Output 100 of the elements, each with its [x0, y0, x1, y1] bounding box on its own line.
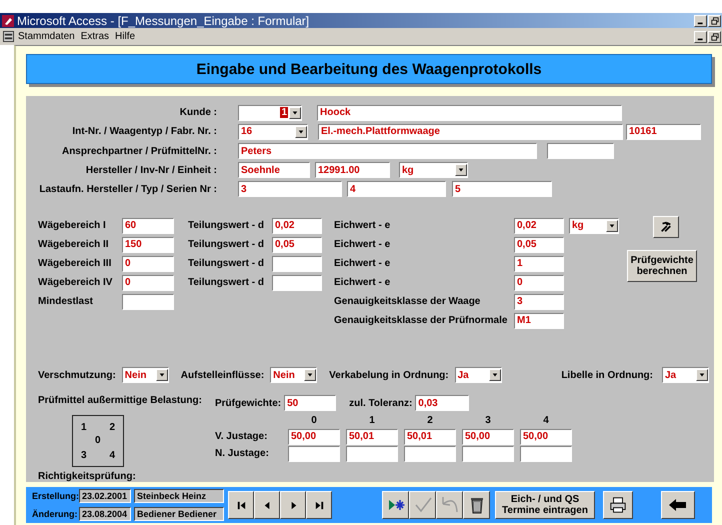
- text-field[interactable]: El.-mech.Plattformwaage: [318, 124, 623, 140]
- text-field[interactable]: 12991.00: [315, 162, 390, 178]
- field-label: Eichwert - e: [334, 258, 392, 270]
- text-field[interactable]: 5: [452, 181, 552, 198]
- undo-icon: [440, 495, 460, 515]
- restore-button[interactable]: [708, 30, 721, 42]
- text-field[interactable]: 3: [514, 294, 564, 310]
- text-field[interactable]: Soehnle: [238, 162, 310, 178]
- row-label: V. Justage:: [215, 431, 268, 442]
- field-label: Genauigkeitsklasse der Prüfnormale: [334, 315, 508, 326]
- text-field[interactable]: 0: [514, 274, 564, 291]
- text-field[interactable]: [272, 274, 322, 291]
- text-field[interactable]: 0,05: [514, 236, 564, 253]
- user-field: Steinbeck Heinz: [134, 489, 224, 503]
- column-header: 3: [484, 414, 492, 426]
- text-field[interactable]: [547, 143, 614, 159]
- text-field[interactable]: Hoock: [317, 104, 622, 121]
- text-field[interactable]: 60: [122, 218, 174, 234]
- field-label: Teilungswert - d: [188, 277, 265, 288]
- calculate-weights-button[interactable]: Prüfgewichte berechnen: [627, 250, 697, 282]
- field-label: Eichwert - e: [334, 277, 392, 288]
- field-label: Ansprechpartner / PrüfmittelNr. :: [60, 146, 217, 156]
- field-label: Teilungswert - d: [188, 258, 265, 270]
- minimize-button[interactable]: [694, 14, 707, 26]
- field-label: Genauigkeitsklasse der Waage: [334, 296, 482, 308]
- prev-record-button[interactable]: [254, 491, 280, 519]
- field-label: Wägebereich IV: [38, 277, 114, 288]
- field-label: Lastaufn. Hersteller / Typ / Serien Nr :: [38, 184, 217, 195]
- text-field[interactable]: 50,01: [346, 428, 398, 445]
- field-label: Wägebereich III: [38, 258, 112, 270]
- dropdown-field[interactable]: Ja: [662, 367, 709, 384]
- text-field[interactable]: 4: [347, 181, 446, 198]
- new-record-button[interactable]: [382, 491, 409, 519]
- last-record-button[interactable]: [306, 491, 332, 519]
- text-field[interactable]: M1: [514, 312, 564, 329]
- field-label: Verkabelung in Ordnung:: [329, 370, 449, 381]
- field-label: Int-Nr. / Waagentyp / Fabr. Nr. :: [71, 126, 217, 138]
- text-field[interactable]: 50,01: [404, 428, 456, 445]
- text-field[interactable]: 150: [122, 236, 174, 253]
- field-label: Teilungswert - d: [188, 220, 265, 232]
- dropdown-field[interactable]: kg: [569, 218, 619, 234]
- text-field[interactable]: 0,05: [272, 236, 322, 253]
- field-label: Verschmutzung:: [38, 370, 116, 381]
- text-field[interactable]: 3: [238, 181, 342, 198]
- back-button[interactable]: [661, 491, 695, 519]
- text-field[interactable]: [404, 446, 456, 462]
- back-arrow-icon: [667, 497, 689, 513]
- field-label: Eichwert - e: [334, 220, 392, 232]
- text-field[interactable]: [272, 256, 322, 272]
- minimize-button[interactable]: [694, 30, 707, 42]
- dropdown-field[interactable]: Nein: [122, 367, 169, 384]
- restore-button[interactable]: [708, 14, 721, 26]
- menu-item[interactable]: Stammdaten: [18, 31, 75, 42]
- date-field: 23.08.2004: [79, 507, 131, 521]
- text-field[interactable]: 0,02: [514, 218, 564, 234]
- field-label: Wägebereich I: [38, 220, 107, 232]
- text-field[interactable]: 50,00: [520, 428, 572, 445]
- column-header: 1: [368, 414, 376, 426]
- text-field[interactable]: [520, 446, 572, 462]
- dropdown-field[interactable]: Ja: [454, 367, 502, 384]
- next-record-button[interactable]: [280, 491, 306, 519]
- text-field[interactable]: 50,00: [462, 428, 514, 445]
- menu-item[interactable]: Hilfe: [115, 31, 136, 42]
- schedule-button[interactable]: Eich- / und QS Termine eintragen: [495, 491, 595, 519]
- text-field[interactable]: [346, 446, 398, 462]
- user-field: Bediener Bediener: [134, 507, 224, 521]
- field-label: Eichwert - e: [334, 239, 392, 250]
- delete-button[interactable]: [463, 491, 490, 519]
- text-field[interactable]: 1: [514, 256, 564, 272]
- dropdown-field[interactable]: Nein: [270, 367, 318, 384]
- field-label: Aufstelleinflüsse:: [180, 370, 264, 381]
- text-field[interactable]: 0,02: [272, 218, 322, 234]
- field-label: zul. Toleranz:: [349, 398, 412, 409]
- menu-item[interactable]: Extras: [80, 31, 110, 42]
- text-field[interactable]: 0: [122, 274, 174, 291]
- window-title: Microsoft Access - [F_Messungen_Eingabe : Formular]: [17, 14, 310, 28]
- dropdown-field[interactable]: kg: [399, 162, 468, 178]
- field-label: Änderung:: [32, 509, 76, 519]
- row-label: N. Justage:: [215, 448, 270, 460]
- text-field[interactable]: 0,03: [415, 395, 470, 412]
- field-label: Kunde :: [178, 107, 217, 118]
- section-label: Richtigkeitsprüfung:: [38, 471, 137, 482]
- first-record-button[interactable]: [228, 491, 254, 519]
- print-button[interactable]: [603, 491, 633, 519]
- field-label: Teilungswert - d: [188, 239, 265, 250]
- text-field[interactable]: [462, 446, 514, 462]
- form-header: Eingabe und Bearbeitung des Waagenprotokolls: [26, 54, 712, 84]
- text-field[interactable]: 0: [122, 256, 174, 272]
- text-field[interactable]: [288, 446, 340, 462]
- dropdown-field[interactable]: 1: [238, 104, 302, 121]
- date-field: 23.02.2001: [79, 489, 131, 503]
- text-field[interactable]: Peters: [238, 143, 537, 159]
- dropdown-field[interactable]: 16: [238, 124, 308, 140]
- checkmark-icon: [412, 495, 432, 515]
- text-field[interactable]: 10161: [626, 124, 701, 140]
- tools-button[interactable]: [653, 216, 679, 238]
- text-field[interactable]: 50,00: [288, 428, 340, 445]
- field-label: Libelle in Ordnung:: [561, 370, 653, 381]
- text-field[interactable]: 50: [284, 395, 336, 412]
- text-field[interactable]: [122, 294, 174, 310]
